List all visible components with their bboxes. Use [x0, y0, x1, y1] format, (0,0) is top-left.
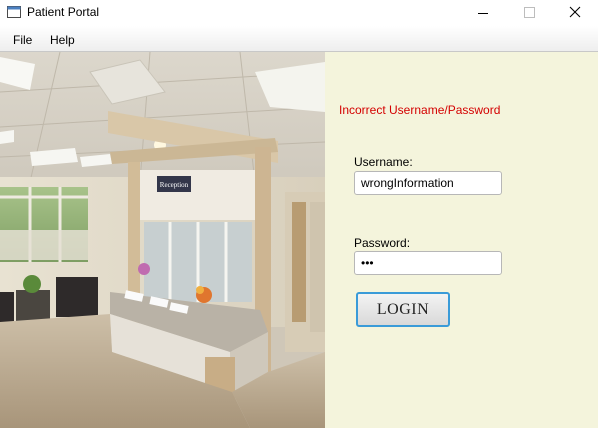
- error-message: Incorrect Username/Password: [339, 103, 501, 117]
- maximize-icon: [524, 7, 535, 18]
- login-button[interactable]: LOGIN: [356, 292, 450, 327]
- reception-sign: Reception: [160, 181, 189, 189]
- menu-help[interactable]: Help: [50, 33, 75, 47]
- password-label: Password:: [354, 236, 411, 250]
- password-field[interactable]: [354, 251, 502, 275]
- minimize-button[interactable]: [460, 0, 506, 26]
- menu-file[interactable]: File: [13, 33, 32, 47]
- username-field[interactable]: [354, 171, 502, 195]
- menu-bar: File Help: [0, 26, 598, 52]
- maximize-button[interactable]: [506, 0, 552, 26]
- window-title: Patient Portal: [27, 5, 100, 19]
- login-panel: Incorrect Username/Password Username: Pa…: [325, 52, 598, 428]
- reception-photo: Reception: [0, 52, 325, 428]
- username-label: Username:: [354, 155, 413, 169]
- title-bar: Patient Portal: [0, 0, 598, 26]
- close-button[interactable]: [552, 0, 598, 26]
- minimize-icon: [478, 13, 488, 14]
- window-app-icon: [7, 6, 21, 18]
- close-icon: [569, 6, 581, 18]
